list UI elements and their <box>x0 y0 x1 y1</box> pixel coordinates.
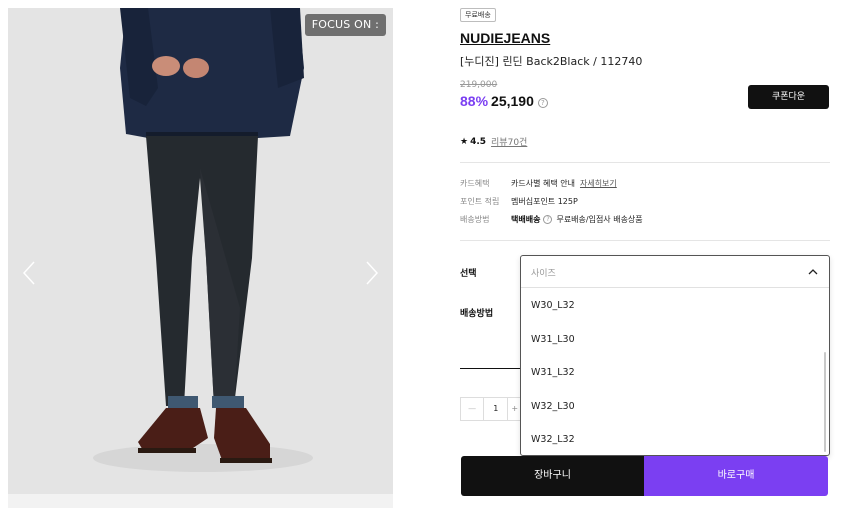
size-option[interactable]: W31_L32 <box>521 356 829 390</box>
benefit-label: 배송방법 <box>460 215 490 224</box>
option-select-label: 선택 <box>460 269 477 279</box>
review-count-link[interactable]: 리뷰70건 <box>491 135 527 148</box>
plus-icon[interactable]: + <box>507 398 521 420</box>
buy-now-button[interactable]: 바로구매 <box>644 456 828 496</box>
chevron-left-icon <box>22 261 35 285</box>
divider <box>460 240 830 241</box>
focus-on-badge: FOCUS ON : <box>304 14 386 36</box>
product-title: [누디진] 린딘 Back2Black / 112740 <box>460 55 643 68</box>
dropdown-scrollbar[interactable] <box>824 352 826 452</box>
help-icon[interactable]: ? <box>543 215 553 224</box>
rating-value: 4.5 <box>470 136 487 147</box>
quantity-stepper[interactable]: — 1 + <box>460 397 522 421</box>
discount-rate: 88% <box>460 93 489 109</box>
size-dropdown[interactable]: 사이즈 W30_L32 W31_L30 W31_L32 W32_L30 W32_… <box>520 255 830 456</box>
size-select[interactable]: 사이즈 <box>521 256 829 288</box>
info-icon[interactable]: ? <box>537 98 548 108</box>
product-image-gallery[interactable]: FOCUS ON : <box>8 8 393 494</box>
star-icon: ★ <box>460 136 469 147</box>
card-benefit-row: 카드혜택 카드사별 혜택 안내 자세히보기 <box>460 178 617 189</box>
benefit-label: 카드혜택 <box>460 179 490 188</box>
gallery-footer <box>8 494 393 508</box>
benefit-value: 멤버십포인트 125P <box>511 197 578 206</box>
chevron-right-icon <box>366 261 379 285</box>
chevron-up-icon <box>808 269 818 275</box>
brand-link[interactable]: NUDIEJEANS <box>460 30 550 46</box>
benefit-value: 무료배송/입점사 배송상품 <box>556 215 643 224</box>
product-info-panel: 무료배송 NUDIEJEANS [누디진] 린딘 Back2Black / 11… <box>460 0 830 508</box>
coupon-download-button[interactable]: 쿠폰다운 <box>748 85 829 109</box>
size-option[interactable]: W32_L32 <box>521 423 829 457</box>
quantity-value[interactable]: 1 <box>484 398 507 420</box>
product-photo <box>8 8 393 494</box>
next-image-button[interactable] <box>361 258 381 288</box>
add-to-cart-button[interactable]: 장바구니 <box>461 456 644 496</box>
points-row: 포인트 적립 멤버십포인트 125P <box>460 196 578 207</box>
size-placeholder: 사이즈 <box>531 269 556 279</box>
size-option[interactable]: W31_L30 <box>521 323 829 357</box>
divider <box>460 162 830 163</box>
benefit-label: 포인트 적립 <box>460 197 500 206</box>
shipping-method: 택배배송 <box>511 215 541 224</box>
size-option[interactable]: W32_L30 <box>521 390 829 424</box>
size-option[interactable]: W30_L32 <box>521 289 829 323</box>
size-option-list: W30_L32 W31_L30 W31_L32 W32_L30 W32_L32 <box>521 289 829 457</box>
divider <box>460 368 522 369</box>
original-price: 219,000 <box>460 80 498 90</box>
free-shipping-badge: 무료배송 <box>460 8 496 22</box>
card-benefit-detail-link[interactable]: 자세히보기 <box>580 178 617 189</box>
shipping-option-label: 배송방법 <box>460 309 494 319</box>
prev-image-button[interactable] <box>20 258 40 288</box>
price-row: 88% 25,190 ? <box>460 93 548 109</box>
benefit-value: 카드사별 혜택 안내 <box>511 179 575 188</box>
rating-row: ★ 4.5 리뷰70건 <box>460 135 527 149</box>
sale-price: 25,190 <box>491 93 534 109</box>
minus-icon[interactable]: — <box>461 398 485 420</box>
shipping-method-row: 배송방법 택배배송 ? 무료배송/입점사 배송상품 <box>460 214 643 225</box>
